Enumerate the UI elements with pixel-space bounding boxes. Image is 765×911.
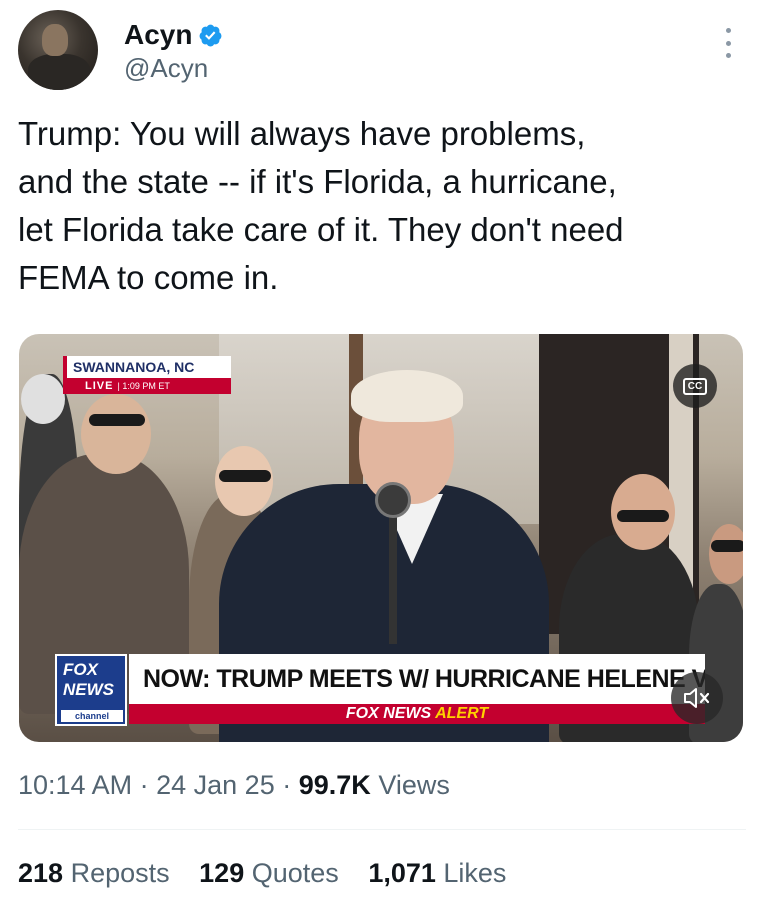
live-time: 1:09 PM ET [122, 381, 170, 391]
likes-count: 1,071 [368, 858, 436, 888]
separator: · [139, 770, 149, 800]
views-label: Views [378, 770, 450, 800]
handle[interactable]: @Acyn [124, 53, 208, 84]
quotes-count: 129 [199, 858, 245, 888]
news-alert-bar: FOX NEWS ALERT [129, 704, 705, 724]
quotes-stat[interactable]: 129 Quotes [199, 858, 339, 889]
reposts-count: 218 [18, 858, 64, 888]
name-row: Acyn [124, 19, 223, 51]
news-lower-third: FOX NEWS channel NOW: TRUMP MEETS W/ HUR… [55, 654, 705, 726]
tweet-time[interactable]: 10:14 AM [18, 770, 132, 800]
tweet-text: Trump: You will always have problems, an… [18, 115, 624, 296]
likes-label: Likes [443, 858, 507, 888]
microphone [375, 482, 411, 518]
likes-stat[interactable]: 1,071 Likes [368, 858, 506, 889]
location-tag: SWANNANOA, NC LIVE | 1:09 PM ET [63, 356, 231, 396]
tweet-date[interactable]: 24 Jan 25 [156, 770, 275, 800]
reposts-stat[interactable]: 218 Reposts [18, 858, 170, 889]
quotes-label: Quotes [251, 858, 339, 888]
tweet-header: Acyn @Acyn [18, 10, 748, 90]
views-count: 99.7K [298, 770, 371, 800]
avatar[interactable] [18, 10, 98, 90]
engagement-stats: 218 Reposts 129 Quotes 1,071 Likes [18, 858, 528, 889]
closed-captions-button[interactable]: CC [673, 364, 717, 408]
display-name[interactable]: Acyn [124, 19, 192, 51]
fox-news-logo: FOX NEWS channel [55, 654, 127, 726]
reposts-label: Reposts [70, 858, 170, 888]
video-player[interactable]: SWANNANOA, NC LIVE | 1:09 PM ET CC FOX N… [19, 334, 743, 742]
live-label: LIVE [85, 380, 114, 392]
mute-button[interactable] [671, 672, 723, 724]
tweet-meta: 10:14 AM · 24 Jan 25 · 99.7K Views [18, 770, 450, 801]
news-headline: NOW: TRUMP MEETS W/ HURRICANE HELENE VIC… [129, 654, 705, 704]
divider [18, 829, 746, 830]
speaker-muted-icon [684, 688, 710, 708]
separator: · [282, 770, 292, 800]
location-label: SWANNANOA, NC [73, 359, 195, 375]
more-options-icon[interactable] [726, 28, 732, 58]
cc-icon: CC [682, 377, 708, 395]
verified-badge-icon [200, 24, 222, 46]
